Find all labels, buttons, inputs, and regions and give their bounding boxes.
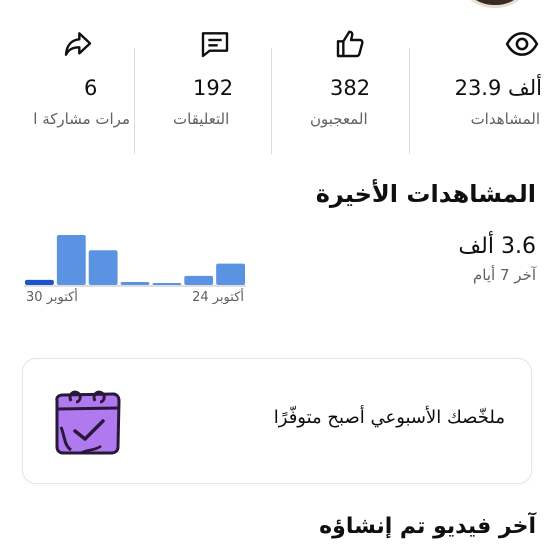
views-value: 23.9 ألف (454, 76, 542, 100)
chart-bar (56, 235, 86, 285)
chart-bar (88, 250, 118, 285)
recent-views-period: آخر 7 أيام (473, 266, 536, 284)
chart-tick-label-left: 30 أكتوبر (26, 290, 78, 305)
recent-views-bars (24, 235, 246, 287)
shares-label: مرات مشاركة ا (33, 110, 130, 128)
weekly-summary-card[interactable]: ملخّصك الأسبوعي أصبح متوفّرًا (22, 358, 532, 484)
stat-views[interactable]: 23.9 ألف المشاهدات (410, 24, 548, 134)
calendar-check-icon (51, 387, 125, 457)
stat-likes[interactable]: 382 المعجبون (272, 24, 410, 134)
likes-label: المعجبون (310, 110, 368, 128)
likes-value: 382 (330, 76, 371, 100)
video-stats-row: 23.9 ألف المشاهدات 382 المعجبون 192 التع… (0, 24, 560, 154)
chart-bar (216, 263, 245, 285)
chart-bar (120, 281, 150, 285)
comments-value: 192 (193, 76, 234, 100)
chart-tick-label-right: 24 أكتوبر (192, 290, 244, 305)
chart-bar (184, 275, 214, 285)
stat-comments[interactable]: 192 التعليقات (135, 24, 273, 134)
latest-video-title: آخر فيديو تم إنشاؤه (319, 514, 536, 539)
comment-icon (195, 24, 235, 64)
recent-views-chart[interactable]: 30 أكتوبر 24 أكتوبر (24, 222, 246, 308)
thumbs-up-icon (330, 24, 370, 64)
channel-avatar[interactable] (456, 0, 534, 8)
shares-value: 6 (84, 76, 98, 100)
chart-bar (25, 279, 54, 285)
comments-label: التعليقات (173, 110, 230, 128)
eye-icon (502, 24, 542, 64)
share-icon (58, 24, 98, 64)
weekly-summary-text: ملخّصك الأسبوعي أصبح متوفّرًا (273, 407, 505, 428)
views-label: المشاهدات (470, 110, 540, 128)
recent-views-value: 3.6 ألف (458, 234, 536, 259)
recent-views-title: المشاهدات الأخيرة (315, 180, 536, 208)
chart-bar (152, 283, 182, 285)
stat-shares[interactable]: 6 مرات مشاركة ا (0, 24, 138, 134)
